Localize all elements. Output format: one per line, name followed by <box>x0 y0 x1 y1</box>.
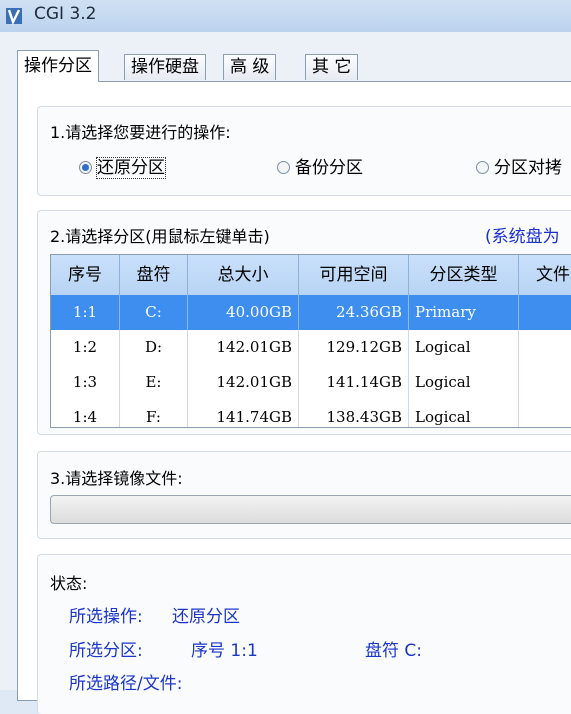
operation-heading: 1.请选择您要进行的操作: <box>50 123 231 142</box>
cell-fs: N <box>519 365 571 400</box>
tab-advanced[interactable]: 高 级 <box>223 54 277 80</box>
cell-total: 142.01GB <box>188 330 299 365</box>
title-bar[interactable]: CGI 3.2 <box>0 0 571 32</box>
cell-num: 1:3 <box>51 365 120 400</box>
image-file-field[interactable] <box>50 495 571 524</box>
table-header: 序号 盘符 总大小 可用空间 分区类型 文件 <box>51 255 571 295</box>
partition-heading: 2.请选择分区(用鼠标左键单击) <box>50 227 270 246</box>
radio-dot-icon <box>79 161 92 174</box>
col-free-header[interactable]: 可用空间 <box>299 255 409 295</box>
radio-restore[interactable]: 还原分区 <box>79 153 166 179</box>
cell-drive: E: <box>120 365 188 400</box>
table-row[interactable]: 1:4 F: 141.74GB 138.43GB Logical N <box>51 400 571 427</box>
cell-total: 141.74GB <box>188 400 299 427</box>
cell-num: 1:4 <box>51 400 120 427</box>
radio-restore-label: 还原分区 <box>96 157 166 179</box>
partition-table[interactable]: 序号 盘符 总大小 可用空间 分区类型 文件 1:1 C: 40.00GB 24… <box>50 254 571 428</box>
cell-num: 1:1 <box>51 295 120 330</box>
col-type-header[interactable]: 分区类型 <box>409 255 519 295</box>
operation-group: 1.请选择您要进行的操作: 还原分区 备份分区 分区对拷 <box>37 106 571 196</box>
radio-backup-label: 备份分区 <box>295 158 363 178</box>
status-path-label: 所选路径/文件: <box>69 674 183 694</box>
cell-free: 141.14GB <box>299 365 409 400</box>
cell-drive: C: <box>120 295 188 330</box>
status-part-label: 所选分区: <box>69 641 143 661</box>
image-file-heading: 3.请选择镜像文件: <box>50 469 183 488</box>
window-body: 操作分区 操作硬盘 高 级 其 它 1.请选择您要进行的操作: 还原分区 备份分… <box>0 32 571 714</box>
cell-fs: N <box>519 295 571 330</box>
cell-total: 40.00GB <box>188 295 299 330</box>
system-disk-note: (系统盘为 <box>485 227 560 247</box>
cell-type: Logical <box>409 330 519 365</box>
radio-dot-icon <box>476 161 489 174</box>
cell-type: Logical <box>409 365 519 400</box>
table-row[interactable]: 1:1 C: 40.00GB 24.36GB Primary N <box>51 295 571 330</box>
tab-partition[interactable]: 操作分区 <box>17 50 99 82</box>
tab-disk[interactable]: 操作硬盘 <box>124 54 206 80</box>
partition-group: 2.请选择分区(用鼠标左键单击) (系统盘为 序号 盘符 总大小 可用空间 分区… <box>37 210 571 435</box>
cell-fs: N <box>519 330 571 365</box>
radio-copy-label: 分区对拷 <box>494 158 562 178</box>
radio-backup[interactable]: 备份分区 <box>277 153 363 178</box>
col-total-header[interactable]: 总大小 <box>188 255 299 295</box>
cell-free: 138.43GB <box>299 400 409 427</box>
cell-free: 129.12GB <box>299 330 409 365</box>
col-drive-header[interactable]: 盘符 <box>120 255 188 295</box>
status-op-value: 还原分区 <box>172 607 240 627</box>
cell-free: 24.36GB <box>299 295 409 330</box>
status-heading: 状态: <box>50 574 88 593</box>
status-op-label: 所选操作: <box>69 607 143 627</box>
tab-other[interactable]: 其 它 <box>305 54 359 80</box>
tab-panel: 1.请选择您要进行的操作: 还原分区 备份分区 分区对拷 2.请选择分区(用鼠标… <box>17 81 571 714</box>
cell-num: 1:2 <box>51 330 120 365</box>
cell-drive: F: <box>120 400 188 427</box>
col-fs-header[interactable]: 文件 <box>519 255 571 295</box>
cell-drive: D: <box>120 330 188 365</box>
radio-copy[interactable]: 分区对拷 <box>476 153 562 178</box>
radio-dot-icon <box>277 161 290 174</box>
col-num-header[interactable]: 序号 <box>51 255 120 295</box>
image-file-group: 3.请选择镜像文件: <box>37 451 571 539</box>
window-title: CGI 3.2 <box>34 4 97 24</box>
cell-total: 142.01GB <box>188 365 299 400</box>
cell-type: Logical <box>409 400 519 427</box>
app-icon <box>6 8 22 26</box>
table-row[interactable]: 1:3 E: 142.01GB 141.14GB Logical N <box>51 365 571 400</box>
status-part-num: 序号 1:1 <box>191 641 258 661</box>
cell-type: Primary <box>409 295 519 330</box>
cell-fs: N <box>519 400 571 427</box>
table-row[interactable]: 1:2 D: 142.01GB 129.12GB Logical N <box>51 330 571 365</box>
status-part-drive: 盘符 C: <box>365 641 423 661</box>
status-group: 状态: 所选操作: 还原分区 所选分区: 序号 1:1 盘符 C: 所选路径/文… <box>37 554 571 714</box>
